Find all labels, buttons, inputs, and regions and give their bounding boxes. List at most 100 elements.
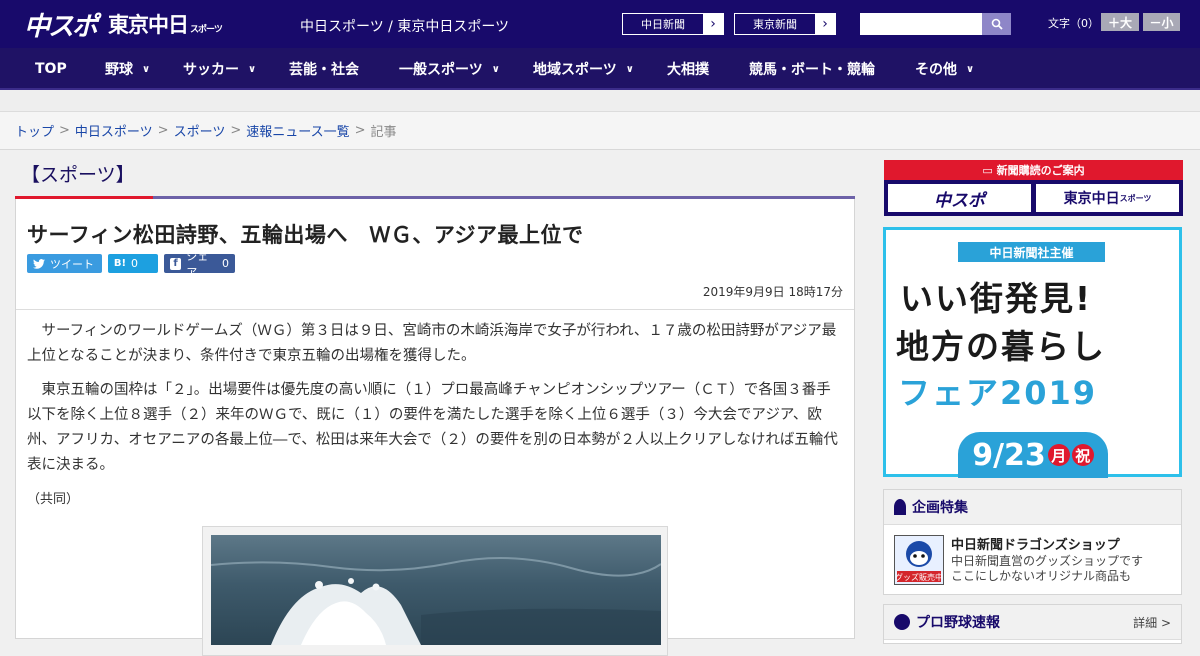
subscribe-tokyo-button[interactable]: 東京中日 スポーツ — [1036, 184, 1179, 212]
chunichi-sports-logo[interactable]: 中スポ — [24, 6, 98, 43]
breadcrumb-chunichi-sports[interactable]: 中日スポーツ — [75, 121, 153, 140]
nav-item-racing[interactable]: 競馬・ボート・競輪 — [749, 48, 875, 90]
breadcrumb-current: 記事 — [370, 125, 397, 140]
nav-label: 競馬・ボート・競輪 — [749, 62, 875, 78]
nav-label: 大相撲 — [667, 62, 709, 78]
feature-panel-header: 企画特集 — [884, 490, 1181, 525]
baseball-icon — [894, 614, 910, 630]
shop-title: 中日新聞ドラゴンズショップ — [951, 538, 1120, 553]
chevron-right-icon: › — [703, 14, 723, 34]
article-credit: （共同） — [27, 492, 80, 507]
nav-label: 野球 — [105, 62, 133, 78]
font-size-label: 文字（0） — [1048, 17, 1099, 30]
subscription-box: ▭ 新聞購読のご案内 中スポ 東京中日 スポーツ — [884, 160, 1183, 216]
ad-date-badge: 9/23 月 祝 — [958, 432, 1108, 478]
font-larger-button[interactable]: ＋大 — [1101, 13, 1139, 31]
dragons-shop-thumbnail: グッズ販売中 — [894, 535, 944, 585]
main-nav: TOP 野球 ∨ サッカー ∨ 芸能・社会 一般スポーツ ∨ 地域スポーツ ∨ 大相撲 … — [0, 48, 1200, 90]
article-photo[interactable] — [202, 526, 668, 656]
baseball-panel-header: プロ野球速報 詳細 > — [884, 605, 1181, 640]
tokyo-shimbun-link[interactable]: 東京新聞 › — [734, 13, 836, 35]
category-title: 【スポーツ】 — [21, 164, 135, 186]
breadcrumb-separator: > — [230, 123, 242, 138]
nav-item-top[interactable]: TOP — [35, 48, 67, 90]
nav-label: その他 — [915, 62, 957, 78]
breadcrumb: トップ > 中日スポーツ > スポーツ > 速報ニュース一覧 > 記事 — [0, 112, 1200, 150]
article-date: 2019年9月9日 18時17分 — [702, 285, 843, 299]
fair-advertisement-banner[interactable]: 中日新聞社主催 いい街発見! 地方の暮らし フェア2019 9/23 月 祝 — [883, 227, 1182, 478]
tweet-button[interactable]: ツイート — [27, 254, 102, 273]
nav-item-sumo[interactable]: 大相撲 — [667, 48, 709, 90]
ad-headline-1: いい街発見! — [900, 279, 1093, 318]
search-icon — [991, 18, 1003, 30]
facebook-icon: f — [170, 257, 182, 270]
baseball-scores-panel: プロ野球速報 詳細 > — [883, 604, 1182, 644]
site-header: 中スポ 東京中日 スポーツ 中日スポーツ / 東京中日スポーツ 中日新聞 › 東京… — [0, 0, 1200, 48]
subscription-title: ▭ 新聞購読のご案内 — [884, 162, 1183, 178]
nav-label: 一般スポーツ — [399, 62, 483, 78]
feature-panel-title: 企画特集 — [912, 500, 968, 516]
nav-label: 地域スポーツ — [533, 62, 617, 78]
sub-nav-bar — [0, 90, 1200, 112]
dragons-shop-item[interactable]: グッズ販売中 中日新聞ドラゴンズショップ 中日新聞直営のグッズショップです ここ… — [884, 525, 1181, 595]
breadcrumb-separator: > — [157, 123, 169, 138]
ad-day: 月 — [1047, 444, 1070, 466]
tweet-label: ツイート — [50, 257, 94, 271]
subscribe-tokyo-small: スポーツ — [1119, 193, 1152, 203]
shop-desc-line: ここにしかないオリジナル商品も — [951, 569, 1132, 583]
article: サーフィン松田詩野、五輪出場へ ＷＧ、アジア最上位で ツイート B! 0 f シ… — [15, 199, 855, 656]
chevron-down-icon: ∨ — [966, 63, 975, 75]
ad-date: 9/23 — [972, 437, 1046, 473]
nav-item-regional-sports[interactable]: 地域スポーツ ∨ — [533, 48, 634, 90]
breadcrumb-top[interactable]: トップ — [15, 121, 54, 140]
tokyo-chunichi-logo[interactable]: 東京中日 スポーツ — [108, 9, 223, 39]
hatena-count: 0 — [131, 257, 138, 270]
breadcrumb-separator: > — [354, 123, 366, 138]
nav-item-general-sports[interactable]: 一般スポーツ ∨ — [399, 48, 500, 90]
ad-holiday: 祝 — [1071, 444, 1094, 466]
facebook-share-button[interactable]: f シェア 0 — [164, 250, 235, 279]
nav-label: 芸能・社会 — [289, 62, 359, 78]
chevron-down-icon: ∨ — [625, 63, 634, 75]
chevron-right-icon: › — [815, 14, 835, 34]
ribbon-icon — [894, 499, 906, 515]
shop-desc-line: 中日新聞直営のグッズショップです — [951, 554, 1144, 568]
baseball-details-link[interactable]: 詳細 > — [1133, 614, 1171, 631]
divider — [16, 309, 854, 310]
hatena-bookmark-button[interactable]: B! 0 — [108, 254, 158, 273]
surfing-photo — [211, 535, 661, 645]
ad-organizer: 中日新聞社主催 — [958, 242, 1105, 262]
article-paragraph: 東京五輪の国枠は「２」。出場要件は優先度の高い順に（１）プロ最高峰チャンピオンシ… — [27, 382, 838, 473]
nav-item-other[interactable]: その他 ∨ — [915, 48, 974, 90]
font-smaller-button[interactable]: －小 — [1143, 13, 1180, 31]
site-logo[interactable]: 中スポ 東京中日 スポーツ — [24, 6, 223, 43]
ad-headline-3: フェア2019 — [898, 374, 1098, 412]
site-name: 中日スポーツ / 東京中日スポーツ — [300, 19, 510, 35]
paper-link-label: 中日新聞 — [623, 14, 703, 34]
nav-label: サッカー — [183, 62, 239, 78]
baseball-panel-title: プロ野球速報 — [916, 615, 1000, 631]
subscribe-tokyo-label: 東京中日 — [1063, 191, 1120, 207]
shop-badge-text: グッズ販売中 — [895, 572, 943, 582]
breadcrumb-separator: > — [59, 123, 70, 138]
nav-item-entertainment[interactable]: 芸能・社会 — [289, 48, 359, 90]
hatena-icon: B! — [113, 258, 127, 269]
facebook-share-label: シェア — [186, 249, 209, 279]
article-body: サーフィンのワールドゲームズ（ＷＧ）第３日は９日、宮崎市の木崎浜海岸で女子が行わ… — [27, 319, 845, 521]
nav-item-soccer[interactable]: サッカー ∨ — [183, 48, 256, 90]
breadcrumb-news-list[interactable]: 速報ニュース一覧 — [246, 121, 349, 140]
chevron-down-icon: ∨ — [142, 63, 151, 75]
subscription-title-text: 新聞購読のご案内 — [996, 164, 1085, 177]
breadcrumb-sports[interactable]: スポーツ — [174, 121, 226, 140]
search-input[interactable] — [860, 13, 982, 35]
subscribe-chunichi-button[interactable]: 中スポ — [888, 184, 1031, 212]
facebook-share-count: 0 — [222, 257, 229, 270]
ad-headline-2: 地方の暮らし — [896, 327, 1106, 366]
chevron-down-icon: ∨ — [491, 63, 500, 75]
article-paragraph: サーフィンのワールドゲームズ（ＷＧ）第３日は９日、宮崎市の木崎浜海岸で女子が行わ… — [27, 323, 837, 364]
chunichi-shimbun-link[interactable]: 中日新聞 › — [622, 13, 724, 35]
article-headline: サーフィン松田詩野、五輪出場へ ＷＧ、アジア最上位で — [27, 223, 584, 247]
search-button[interactable] — [982, 13, 1011, 35]
twitter-icon — [33, 258, 45, 269]
nav-item-baseball[interactable]: 野球 ∨ — [105, 48, 150, 90]
